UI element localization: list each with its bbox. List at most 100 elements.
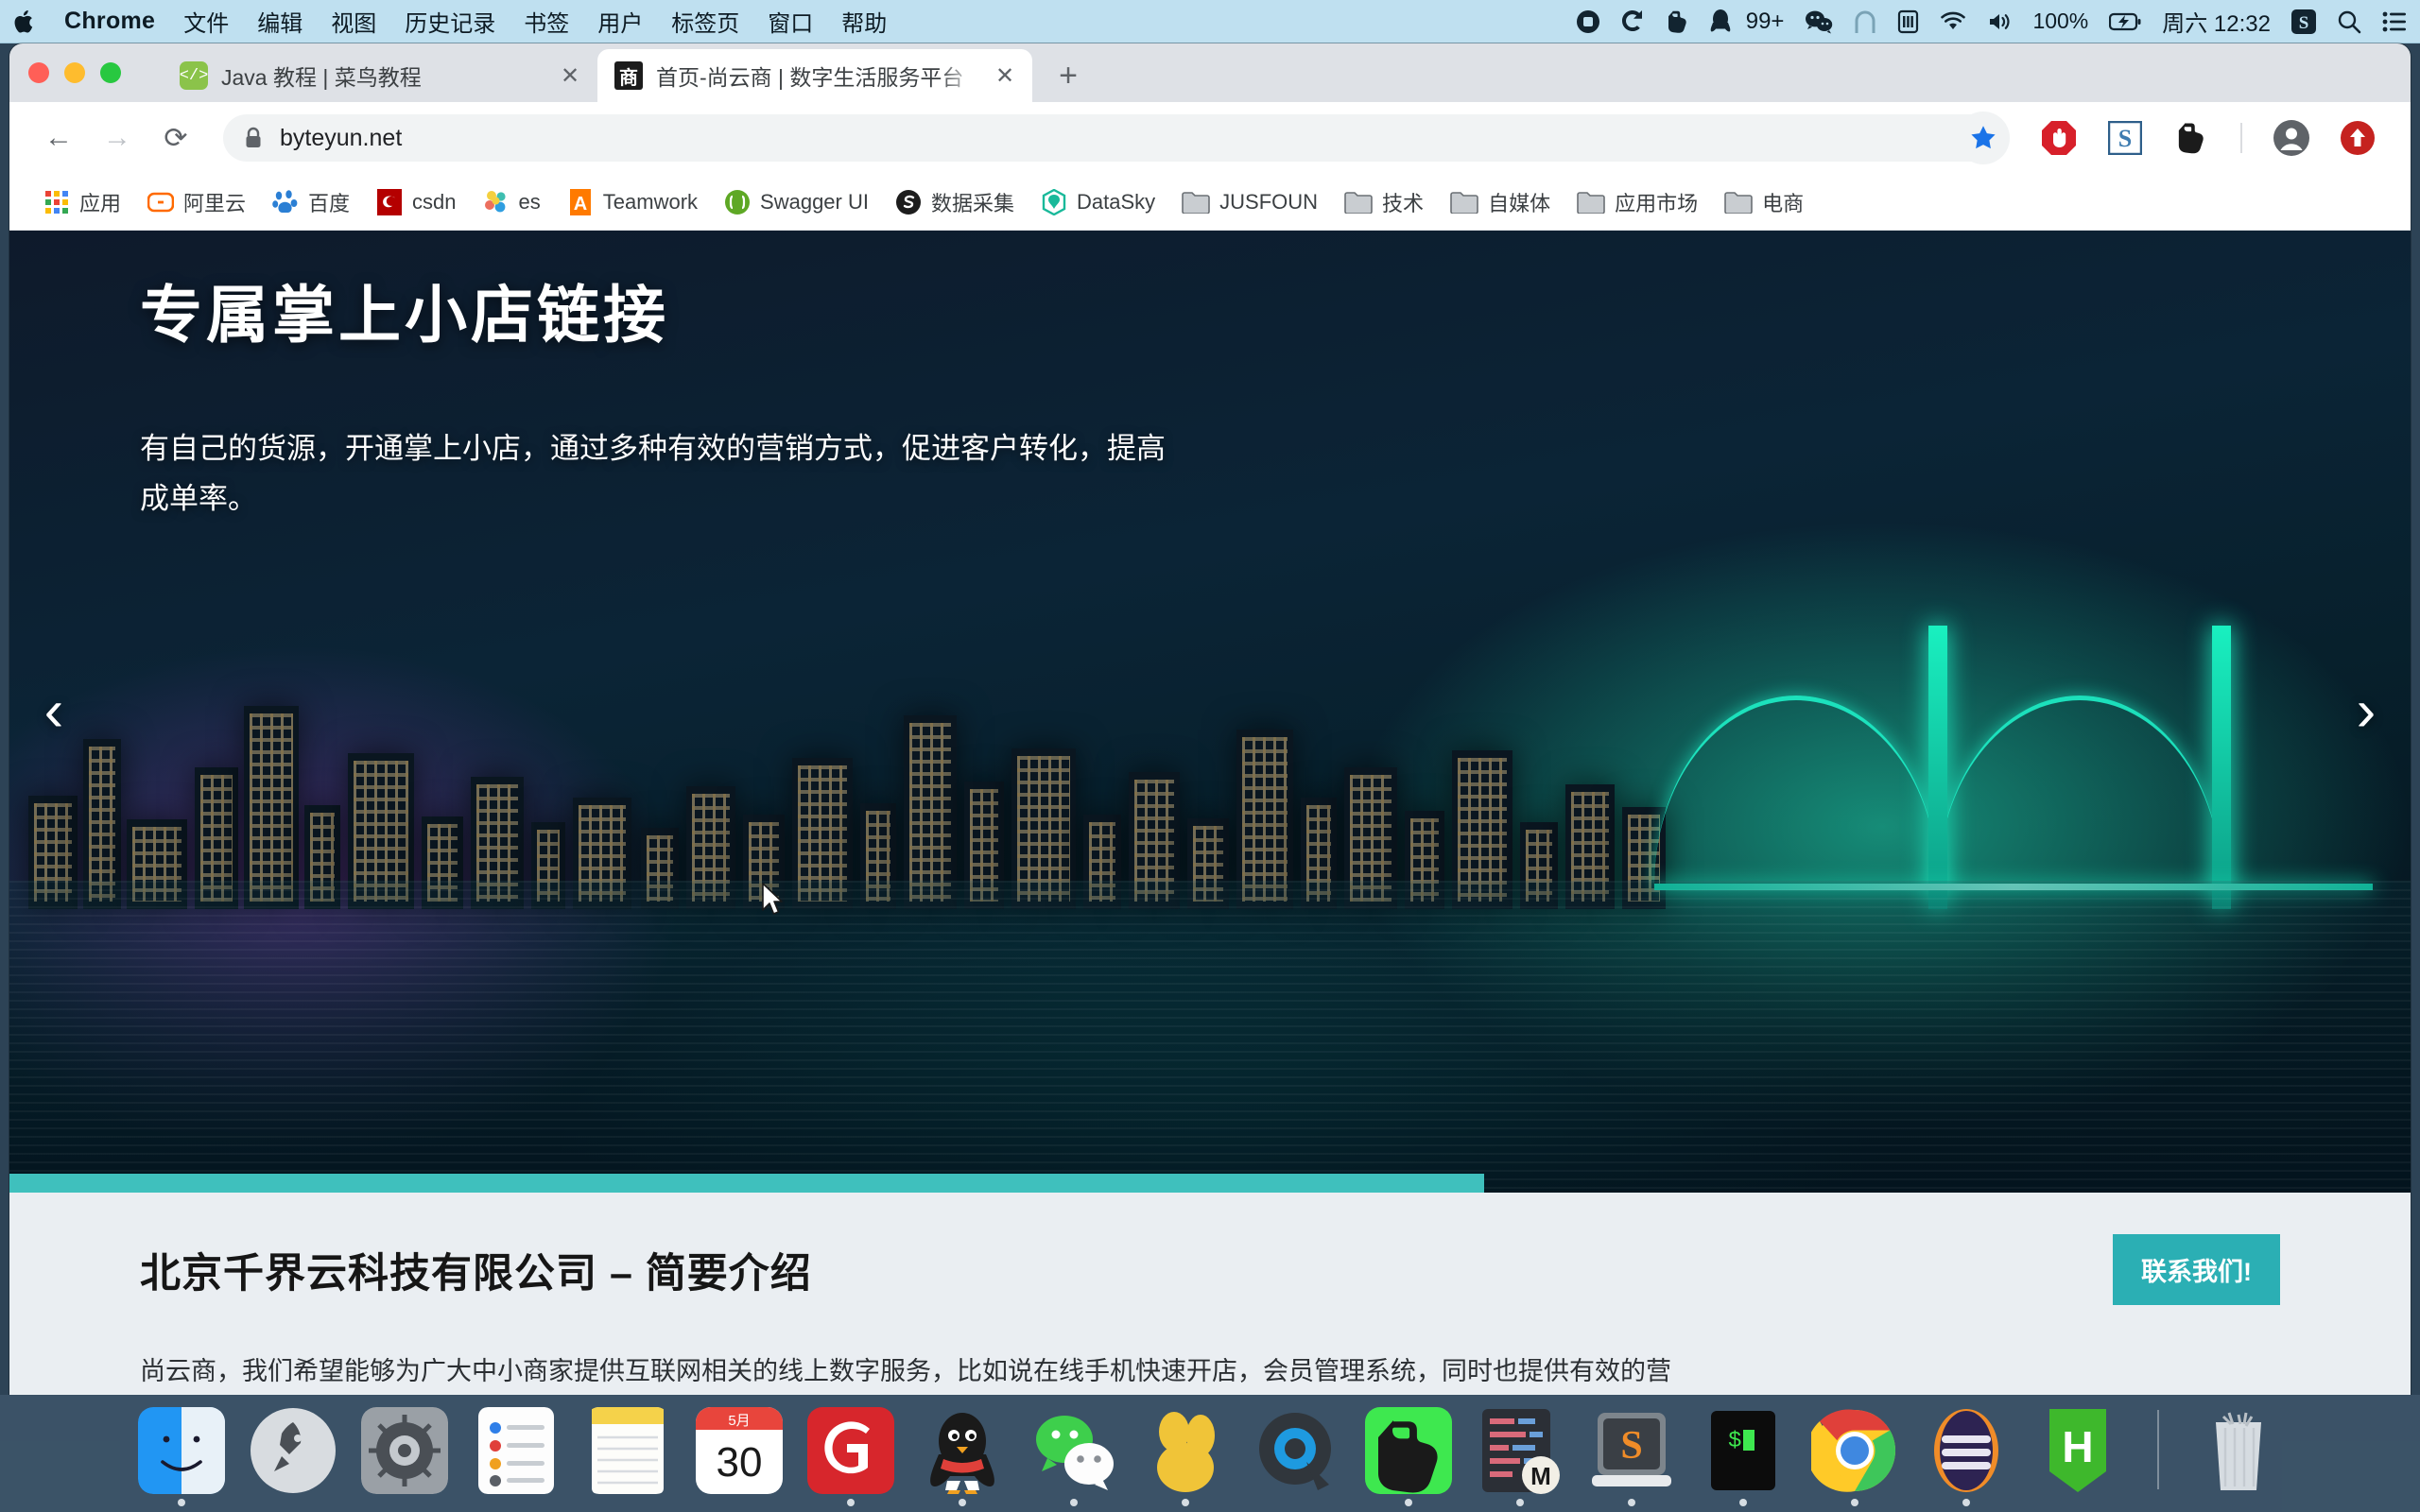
- svg-text:S: S: [2118, 125, 2132, 152]
- lock-icon: [244, 127, 263, 149]
- battery-charging-icon[interactable]: [2109, 12, 2141, 31]
- bookmark-teamwork[interactable]: A Teamwork: [554, 180, 711, 224]
- bookmark-label: 电商: [1762, 191, 1805, 215]
- control-center-icon[interactable]: [2382, 11, 2407, 32]
- dock-item-markdown-editor[interactable]: M: [1475, 1407, 1565, 1506]
- dock-item-calendar[interactable]: 5月 30: [694, 1407, 785, 1506]
- dock-item-yellow-app[interactable]: [1140, 1407, 1231, 1506]
- folder-icon: [1577, 191, 1605, 214]
- bookmark-swagger-ui[interactable]: Swagger UI: [711, 180, 882, 224]
- dock-item-evernote[interactable]: [1363, 1407, 1454, 1506]
- tab-shangyunshang-home[interactable]: 商 首页-尚云商 | 数字生活服务平台 ✕: [597, 49, 1032, 102]
- close-tab-button[interactable]: ✕: [556, 62, 584, 90]
- svg-text:30: 30: [717, 1439, 763, 1486]
- evernote-extension-icon[interactable]: [2169, 115, 2214, 161]
- apps-grid-icon: [43, 189, 70, 215]
- menu-history[interactable]: 历史记录: [405, 5, 495, 38]
- menu-tabs[interactable]: 标签页: [671, 5, 739, 38]
- bookmark-aliyun[interactable]: 阿里云: [134, 180, 259, 224]
- bookmarks-bar: 应用 阿里云 百度 csdn es A Teamwork Swagger UI …: [9, 174, 2411, 231]
- running-indicator: [2235, 1499, 2242, 1506]
- back-button[interactable]: ←: [32, 112, 85, 164]
- running-indicator: [847, 1499, 855, 1506]
- evernote-icon[interactable]: [1666, 9, 1689, 34]
- tab-java-tutorial[interactable]: </> Java 教程 | 菜鸟教程 ✕: [163, 49, 597, 102]
- close-window-button[interactable]: [28, 62, 49, 83]
- contact-us-button[interactable]: 联系我们!: [2113, 1234, 2280, 1305]
- bookmark-baidu[interactable]: 百度: [259, 180, 363, 224]
- forward-button[interactable]: →: [91, 112, 144, 164]
- dock-item-system-preferences[interactable]: [359, 1407, 450, 1506]
- trash-icon: [2195, 1407, 2282, 1494]
- dock-item-terminal[interactable]: $: [1698, 1407, 1789, 1506]
- dock-item-chrome[interactable]: [1809, 1407, 1900, 1506]
- menubar-app-name[interactable]: Chrome: [64, 8, 155, 35]
- update-arrow-icon[interactable]: [2335, 115, 2380, 161]
- rainbow-bridge-graphic: [1654, 607, 2373, 909]
- minimize-window-button[interactable]: [64, 62, 85, 83]
- menu-help[interactable]: 帮助: [841, 5, 887, 38]
- wifi-icon[interactable]: [1940, 11, 1966, 32]
- dock-item-sublime-text[interactable]: S: [1586, 1407, 1677, 1506]
- menu-view[interactable]: 视图: [331, 5, 376, 38]
- dock-item-finder[interactable]: [136, 1407, 227, 1506]
- bookmark-folder-tech[interactable]: 技术: [1331, 180, 1437, 224]
- sogou-input-icon[interactable]: S: [2291, 9, 2316, 34]
- markdown-editor-icon: M: [1477, 1407, 1564, 1494]
- dock-item-quicktime[interactable]: [1252, 1407, 1342, 1506]
- adblock-icon[interactable]: [2036, 115, 2082, 161]
- dock-item-reminders[interactable]: [471, 1407, 562, 1506]
- bookmark-datasky[interactable]: DataSky: [1028, 180, 1168, 224]
- hero-copy: 专属掌上小店链接 有自己的货源，开通掌上小店，通过多种有效的营销方式，促进客户转…: [140, 265, 1180, 524]
- menu-file[interactable]: 文件: [183, 5, 229, 38]
- svg-text:5月: 5月: [728, 1413, 750, 1429]
- menu-window[interactable]: 窗口: [768, 5, 813, 38]
- menubar-clock[interactable]: 周六 12:32: [2162, 5, 2271, 38]
- vpn-arc-icon[interactable]: [1854, 9, 1876, 34]
- reload-button[interactable]: ⟳: [149, 112, 202, 164]
- new-tab-button[interactable]: +: [1042, 49, 1095, 102]
- url-text[interactable]: byteyun.net: [280, 125, 402, 152]
- battery-app-icon[interactable]: [1897, 9, 1919, 34]
- dock-item-iterm[interactable]: [1921, 1407, 2012, 1506]
- dock-item-qq[interactable]: [917, 1407, 1008, 1506]
- bookmark-csdn[interactable]: csdn: [363, 180, 469, 224]
- menu-edit[interactable]: 编辑: [257, 5, 302, 38]
- dock-item-gitee[interactable]: [805, 1407, 896, 1506]
- chrome-window: </> Java 教程 | 菜鸟教程 ✕ 商 首页-尚云商 | 数字生活服务平台…: [9, 43, 2411, 1395]
- carousel-prev-button[interactable]: ‹: [19, 682, 89, 741]
- dock-item-wechat[interactable]: [1028, 1407, 1119, 1506]
- bookmark-folder-app-market[interactable]: 应用市场: [1564, 180, 1711, 224]
- web-page-content: 专属掌上小店链接 有自己的货源，开通掌上小店，通过多种有效的营销方式，促进客户转…: [9, 231, 2411, 1395]
- csdn-icon: [376, 188, 403, 215]
- bookmark-es[interactable]: es: [470, 180, 554, 224]
- carousel-next-button[interactable]: ›: [2331, 682, 2401, 741]
- bookmark-star-icon[interactable]: [1957, 112, 2010, 164]
- gitee-icon: [807, 1407, 894, 1494]
- record-stop-icon[interactable]: [1576, 9, 1600, 34]
- qq-penguin-icon[interactable]: [1710, 9, 1731, 34]
- maximize-window-button[interactable]: [100, 62, 121, 83]
- dock-item-launchpad[interactable]: [248, 1407, 338, 1506]
- dock-item-hbuilder[interactable]: H: [2032, 1407, 2123, 1506]
- bookmark-folder-ecommerce[interactable]: 电商: [1711, 180, 1817, 224]
- spotlight-search-icon[interactable]: [2337, 9, 2361, 34]
- sogou-extension-icon[interactable]: S: [2102, 115, 2148, 161]
- dock-divider: [2157, 1410, 2159, 1489]
- close-tab-button[interactable]: ✕: [991, 62, 1019, 90]
- dock-item-notes[interactable]: [582, 1407, 673, 1506]
- menu-user[interactable]: 用户: [597, 5, 643, 38]
- menu-bookmarks[interactable]: 书签: [524, 5, 569, 38]
- volume-icon[interactable]: [1987, 11, 2012, 32]
- profile-avatar-icon[interactable]: [2269, 115, 2314, 161]
- apple-logo-icon[interactable]: [13, 9, 36, 35]
- dock-item-trash[interactable]: [2193, 1407, 2284, 1506]
- bookmark-folder-jusfoun[interactable]: JUSFOUN: [1168, 180, 1331, 224]
- bookmark-folder-self-media[interactable]: 自媒体: [1437, 180, 1564, 224]
- wechat-icon[interactable]: [1805, 9, 1833, 34]
- address-bar[interactable]: byteyun.net: [223, 114, 2002, 162]
- grammarly-icon[interactable]: [1621, 9, 1645, 34]
- water-reflection-graphic: [9, 881, 2411, 1193]
- bookmark-data-collect[interactable]: 数据采集: [882, 180, 1028, 224]
- bookmark-apps[interactable]: 应用: [30, 180, 134, 224]
